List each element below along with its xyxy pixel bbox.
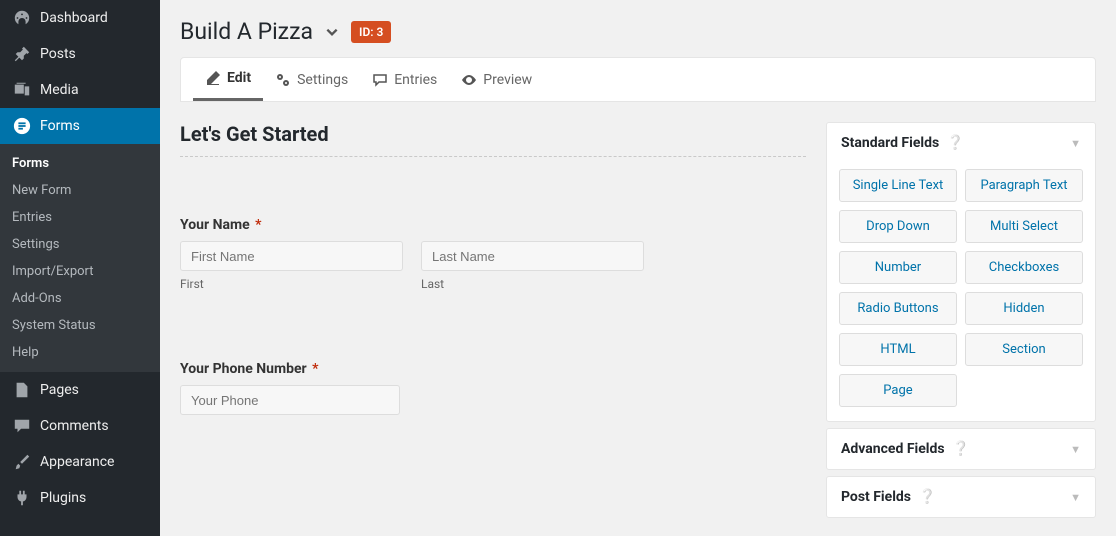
form-section-title: Let's Get Started [180,122,806,146]
post-fields-panel: Post Fields ❔ ▼ [826,476,1096,518]
speech-icon [372,72,388,88]
comment-icon [12,416,32,436]
brush-icon [12,452,32,472]
last-name-input[interactable] [421,241,644,271]
tab-label: Preview [483,72,532,88]
name-field-label: Your Name * [180,217,806,233]
field-html[interactable]: HTML [839,333,957,366]
sidebar-label: Forms [40,118,80,134]
field-checkboxes[interactable]: Checkboxes [965,251,1083,284]
tab-settings[interactable]: Settings [263,58,360,101]
main-content: Build A Pizza ID: 3 Edit Settings Entrie… [160,0,1116,536]
advanced-fields-panel: Advanced Fields ❔ ▼ [826,428,1096,470]
forms-icon [12,116,32,136]
field-single-line-text[interactable]: Single Line Text [839,169,957,202]
standard-fields-panel: Standard Fields ❔ ▼ Single Line Text Par… [826,122,1096,422]
sidebar-label: Posts [40,46,76,62]
help-icon[interactable]: ❔ [952,441,969,457]
submenu-item-forms[interactable]: Forms [0,150,160,177]
required-marker: * [255,217,261,233]
admin-sidebar: Dashboard Posts Media Forms Forms New Fo… [0,0,160,536]
section-divider [180,156,806,157]
sidebar-item-comments[interactable]: Comments [0,408,160,444]
field-page[interactable]: Page [839,374,957,407]
sidebar-label: Comments [40,418,109,434]
sidebar-item-media[interactable]: Media [0,72,160,108]
dashboard-icon [12,8,32,28]
field-paragraph-text[interactable]: Paragraph Text [965,169,1083,202]
required-marker: * [312,361,318,377]
sidebar-item-plugins[interactable]: Plugins [0,480,160,516]
sidebar-label: Plugins [40,490,86,506]
collapse-caret-icon[interactable]: ▼ [1070,443,1081,456]
phone-input[interactable] [180,385,400,415]
tab-label: Settings [297,72,348,88]
eye-icon [461,72,477,88]
page-title-row: Build A Pizza ID: 3 [180,0,1096,57]
standard-fields-header[interactable]: Standard Fields ❔ ▼ [827,123,1095,163]
field-section[interactable]: Section [965,333,1083,366]
form-switcher-chevron[interactable] [325,25,339,39]
submenu-item-addons[interactable]: Add-Ons [0,285,160,312]
advanced-fields-header[interactable]: Advanced Fields ❔ ▼ [827,429,1095,469]
submenu-item-importexport[interactable]: Import/Export [0,258,160,285]
phone-field-block[interactable]: Your Phone Number * [180,361,806,415]
tab-entries[interactable]: Entries [360,58,449,101]
form-id-badge: ID: 3 [351,21,391,43]
plugin-icon [12,488,32,508]
post-fields-header[interactable]: Post Fields ❔ ▼ [827,477,1095,517]
submenu-item-settings[interactable]: Settings [0,231,160,258]
edit-icon [205,70,221,86]
field-multi-select[interactable]: Multi Select [965,210,1083,243]
sidebar-label: Media [40,82,79,98]
field-number[interactable]: Number [839,251,957,284]
last-sublabel: Last [421,277,644,291]
form-editor-area: Let's Get Started Your Name * First Last [180,122,806,536]
panel-title: Post Fields [841,489,911,505]
form-title: Build A Pizza [180,18,313,45]
name-field-block[interactable]: Your Name * First Last [180,217,806,291]
sidebar-submenu: Forms New Form Entries Settings Import/E… [0,144,160,372]
help-icon[interactable]: ❔ [918,489,935,505]
panel-title: Standard Fields [841,135,939,151]
tab-label: Edit [227,70,251,86]
sidebar-item-dashboard[interactable]: Dashboard [0,0,160,36]
sidebar-item-posts[interactable]: Posts [0,36,160,72]
submenu-item-newform[interactable]: New Form [0,177,160,204]
help-icon[interactable]: ❔ [947,135,964,151]
submenu-item-systemstatus[interactable]: System Status [0,312,160,339]
pin-icon [12,44,32,64]
sidebar-label: Appearance [40,454,114,470]
sidebar-label: Pages [40,382,79,398]
first-sublabel: First [180,277,403,291]
collapse-caret-icon[interactable]: ▼ [1070,137,1081,150]
field-radio-buttons[interactable]: Radio Buttons [839,292,957,325]
tab-label: Entries [394,72,437,88]
field-drop-down[interactable]: Drop Down [839,210,957,243]
fields-sidebar: Standard Fields ❔ ▼ Single Line Text Par… [826,122,1096,536]
field-hidden[interactable]: Hidden [965,292,1083,325]
submenu-item-entries[interactable]: Entries [0,204,160,231]
panel-title: Advanced Fields [841,441,945,457]
collapse-caret-icon[interactable]: ▼ [1070,491,1081,504]
page-icon [12,380,32,400]
sidebar-label: Dashboard [40,10,108,26]
sidebar-item-appearance[interactable]: Appearance [0,444,160,480]
media-icon [12,80,32,100]
sidebar-item-forms[interactable]: Forms [0,108,160,144]
tab-edit[interactable]: Edit [193,58,263,101]
first-name-input[interactable] [180,241,403,271]
phone-field-label: Your Phone Number * [180,361,806,377]
sidebar-item-pages[interactable]: Pages [0,372,160,408]
form-tabbar: Edit Settings Entries Preview [180,57,1096,102]
tab-preview[interactable]: Preview [449,58,544,101]
gears-icon [275,72,291,88]
submenu-item-help[interactable]: Help [0,339,160,366]
